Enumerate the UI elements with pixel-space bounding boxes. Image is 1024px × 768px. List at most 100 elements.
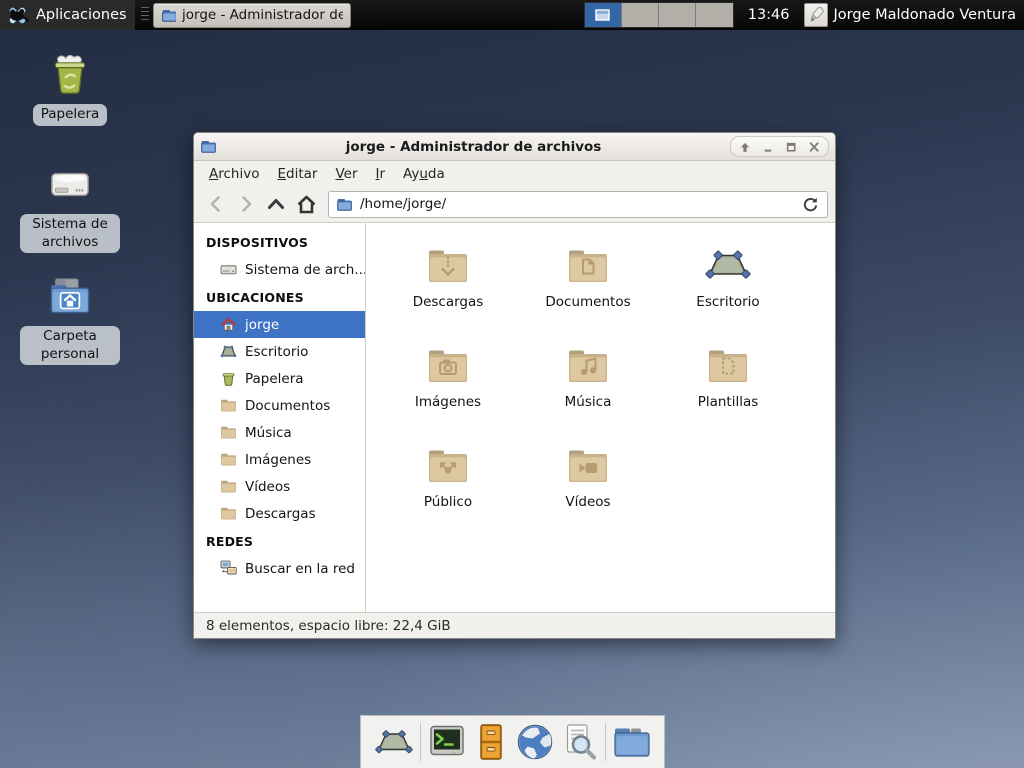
sidebar-item-documentos[interactable]: Documentos <box>194 392 365 419</box>
workspace-4[interactable] <box>696 3 733 27</box>
sidebar-item-jorge[interactable]: jorge <box>194 311 365 338</box>
menubar: ArchivoEditarVerIrAyuda <box>194 161 835 186</box>
folder-music-icon <box>564 341 612 389</box>
file-musica[interactable]: Música <box>518 333 658 433</box>
user-session-button[interactable]: Jorge Maldonado Ventura <box>800 0 1024 30</box>
window-content: DISPOSITIVOS Sistema de arch...UBICACION… <box>194 223 835 612</box>
file-manager-icon <box>612 722 652 762</box>
dock-show-desktop-button[interactable] <box>372 720 416 764</box>
user-name-label: Jorge Maldonado Ventura <box>834 7 1016 23</box>
dock-separator <box>420 723 421 761</box>
menu-ayuda[interactable]: Ayuda <box>394 163 454 185</box>
menu-ver[interactable]: Ver <box>326 163 366 185</box>
desktop-icon-papelera[interactable]: Papelera <box>18 50 122 126</box>
sidebar-item-label: Música <box>245 425 292 441</box>
path-entry[interactable]: /home/jorge/ <box>328 191 828 218</box>
applications-menu[interactable]: Aplicaciones <box>0 0 135 30</box>
workspace-3[interactable] <box>659 3 696 27</box>
file-escritorio[interactable]: Escritorio <box>658 233 798 333</box>
desktop-large-icon <box>704 241 752 289</box>
file-publico[interactable]: Público <box>378 433 518 533</box>
folder-camera-icon <box>424 341 472 389</box>
sidebar-item-videos[interactable]: Vídeos <box>194 473 365 500</box>
home-button[interactable] <box>291 190 321 218</box>
path-folder-icon <box>336 196 353 213</box>
sidebar-item-buscar-en-la-red[interactable]: Buscar en la red <box>194 555 365 582</box>
session-icon <box>804 3 828 27</box>
folder-small-icon <box>220 397 237 414</box>
maximize-button[interactable] <box>780 138 802 156</box>
folder-download-icon <box>424 241 472 289</box>
file-documentos[interactable]: Documentos <box>518 233 658 333</box>
desktop-icon-carpeta-personal[interactable]: Carpeta personal <box>18 272 122 365</box>
file-videos[interactable]: Vídeos <box>518 433 658 533</box>
file-cabinet-icon <box>471 722 511 762</box>
window-buttons <box>730 136 829 157</box>
dock-file-manager-button[interactable] <box>610 720 654 764</box>
sidebar-item-papelera[interactable]: Papelera <box>194 365 365 392</box>
workspace-1[interactable] <box>585 3 622 27</box>
desktop-icon-label: Papelera <box>33 104 108 126</box>
folder-video-icon <box>564 441 612 489</box>
statusbar: 8 elementos, espacio libre: 22,4 GiB <box>194 612 835 638</box>
sidebar-item-imagenes[interactable]: Imágenes <box>194 446 365 473</box>
menu-archivo[interactable]: Archivo <box>200 163 268 185</box>
folder-small-icon <box>220 505 237 522</box>
dock-terminal-button[interactable] <box>425 720 469 764</box>
sidebar-header-dispositivos: DISPOSITIVOS <box>194 228 365 256</box>
minimize-button[interactable] <box>757 138 779 156</box>
menu-ir[interactable]: Ir <box>367 163 395 185</box>
desktop-small-icon <box>220 343 237 360</box>
folder-template-icon <box>704 341 752 389</box>
file-imagenes[interactable]: Imágenes <box>378 333 518 433</box>
file-label: Documentos <box>545 294 630 310</box>
sidebar-item-label: jorge <box>245 317 279 333</box>
close-button[interactable] <box>803 138 825 156</box>
sidebar: DISPOSITIVOS Sistema de arch...UBICACION… <box>194 223 366 612</box>
sidebar-item-label: Vídeos <box>245 479 290 495</box>
xfce-logo-icon <box>6 4 29 27</box>
file-manager-window: jorge - Administrador de archivos Archiv… <box>193 132 836 639</box>
files-pane: Descargas Documentos Escritorio Imágenes… <box>366 223 835 612</box>
terminal-icon <box>427 722 467 762</box>
sidebar-item-label: Buscar en la red <box>245 561 355 577</box>
window-title: jorge - Administrador de archivos <box>217 139 730 155</box>
up-button[interactable] <box>261 190 291 218</box>
window-titlebar[interactable]: jorge - Administrador de archivos <box>194 133 835 161</box>
folder-small-icon <box>220 424 237 441</box>
forward-button[interactable] <box>231 190 261 218</box>
trash-desktop-icon <box>45 50 95 100</box>
file-plantillas[interactable]: Plantillas <box>658 333 798 433</box>
dock-search-button[interactable] <box>557 720 601 764</box>
sidebar-item-sistema-de-arch[interactable]: Sistema de arch... <box>194 256 365 283</box>
sidebar-item-label: Imágenes <box>245 452 311 468</box>
window-folder-icon <box>161 7 176 24</box>
sidebar-item-descargas[interactable]: Descargas <box>194 500 365 527</box>
folder-document-icon <box>564 241 612 289</box>
back-button[interactable] <box>201 190 231 218</box>
taskbar-window-button[interactable]: jorge - Administrador de... <box>153 3 351 28</box>
search-icon <box>559 722 599 762</box>
applications-menu-label: Aplicaciones <box>36 7 127 23</box>
reload-icon[interactable] <box>801 195 820 214</box>
sidebar-item-musica[interactable]: Música <box>194 419 365 446</box>
statusbar-text: 8 elementos, espacio libre: 22,4 GiB <box>206 618 451 634</box>
menu-editar[interactable]: Editar <box>268 163 326 185</box>
file-label: Música <box>565 394 612 410</box>
sidebar-header-ubicaciones: UBICACIONES <box>194 283 365 311</box>
workspace-pager <box>584 2 734 28</box>
sidebar-item-escritorio[interactable]: Escritorio <box>194 338 365 365</box>
toolbar: /home/jorge/ <box>194 186 835 223</box>
file-label: Público <box>424 494 472 510</box>
sidebar-item-label: Papelera <box>245 371 304 387</box>
desktop-icon-sistema-de-archivos[interactable]: Sistema de archivos <box>18 160 122 253</box>
dock-web-browser-button[interactable] <box>513 720 557 764</box>
path-text: /home/jorge/ <box>360 196 794 212</box>
show-desktop-icon <box>374 722 414 762</box>
workspace-2[interactable] <box>622 3 659 27</box>
shade-button[interactable] <box>734 138 756 156</box>
sidebar-item-label: Descargas <box>245 506 316 522</box>
panel-right-area: 13:46 Jorge Maldonado Ventura <box>584 0 1024 30</box>
file-descargas[interactable]: Descargas <box>378 233 518 333</box>
dock-file-cabinet-button[interactable] <box>469 720 513 764</box>
